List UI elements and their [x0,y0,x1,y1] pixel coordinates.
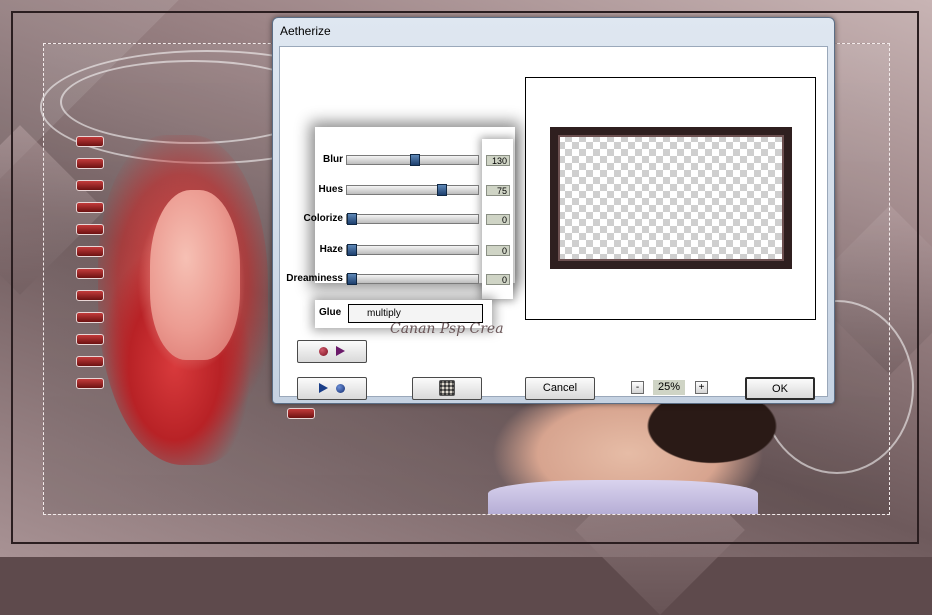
load-preset-button[interactable] [297,340,367,363]
zipper-tab-decoration [287,408,315,419]
slider-hues: Hues 75 [280,182,516,198]
slider-label: Haze [319,244,343,255]
slider-label: Colorize [303,213,343,224]
zoom-out-button[interactable]: - [631,381,644,394]
haze-slider-thumb[interactable] [347,244,357,256]
save-preset-button[interactable] [297,377,367,400]
ok-button[interactable]: OK [745,377,815,400]
hues-value-field[interactable]: 75 [486,185,510,196]
blur-slider-track[interactable] [346,154,479,166]
dialog-client-area: Blur 130 Hues 75 Colorize 0 Haze 0 Dream… [279,46,828,400]
watermark-signature: Canan Psp Crea [390,321,504,337]
colorize-value-field[interactable]: 0 [486,214,510,225]
zoom-in-button[interactable]: + [695,381,708,394]
hues-slider-track[interactable] [346,184,479,196]
blur-slider-thumb[interactable] [410,154,420,166]
glue-label: Glue [319,307,342,318]
dreaminess-value-field[interactable]: 0 [486,274,510,285]
colorize-slider-thumb[interactable] [347,213,357,225]
play-arrow-icon [318,383,328,394]
slider-dreaminess: Dreaminess 0 [280,271,516,287]
hues-slider-thumb[interactable] [437,184,447,196]
preview-image[interactable] [550,127,792,269]
play-arrow-icon [336,346,346,357]
slider-label: Hues [318,184,343,195]
slider-blur: Blur 130 [280,152,516,168]
dreaminess-slider-thumb[interactable] [347,273,357,285]
dress-image [488,480,758,514]
cancel-button[interactable]: Cancel [525,377,595,400]
rose-bud-image [150,190,240,360]
slider-label: Dreaminess [286,273,343,284]
colorize-slider-track[interactable] [346,213,479,225]
save-preset-icon [336,383,346,393]
zipper-decoration [76,136,106,400]
dice-icon [439,380,455,397]
blur-value-field[interactable]: 130 [486,155,510,166]
slider-label: Blur [323,154,343,165]
slider-haze: Haze 0 [280,242,516,258]
slider-colorize: Colorize 0 [280,211,516,227]
window-title: Aetherize [280,24,331,38]
haze-slider-track[interactable] [346,244,479,256]
dreaminess-slider-track[interactable] [346,273,479,285]
aetherize-dialog: Aetherize Blur 130 Hues 75 Colorize 0 Ha… [272,17,835,404]
load-preset-icon [318,346,328,356]
randomize-button[interactable] [412,377,482,400]
haze-value-field[interactable]: 0 [486,245,510,256]
zoom-level: 25% [653,380,685,395]
